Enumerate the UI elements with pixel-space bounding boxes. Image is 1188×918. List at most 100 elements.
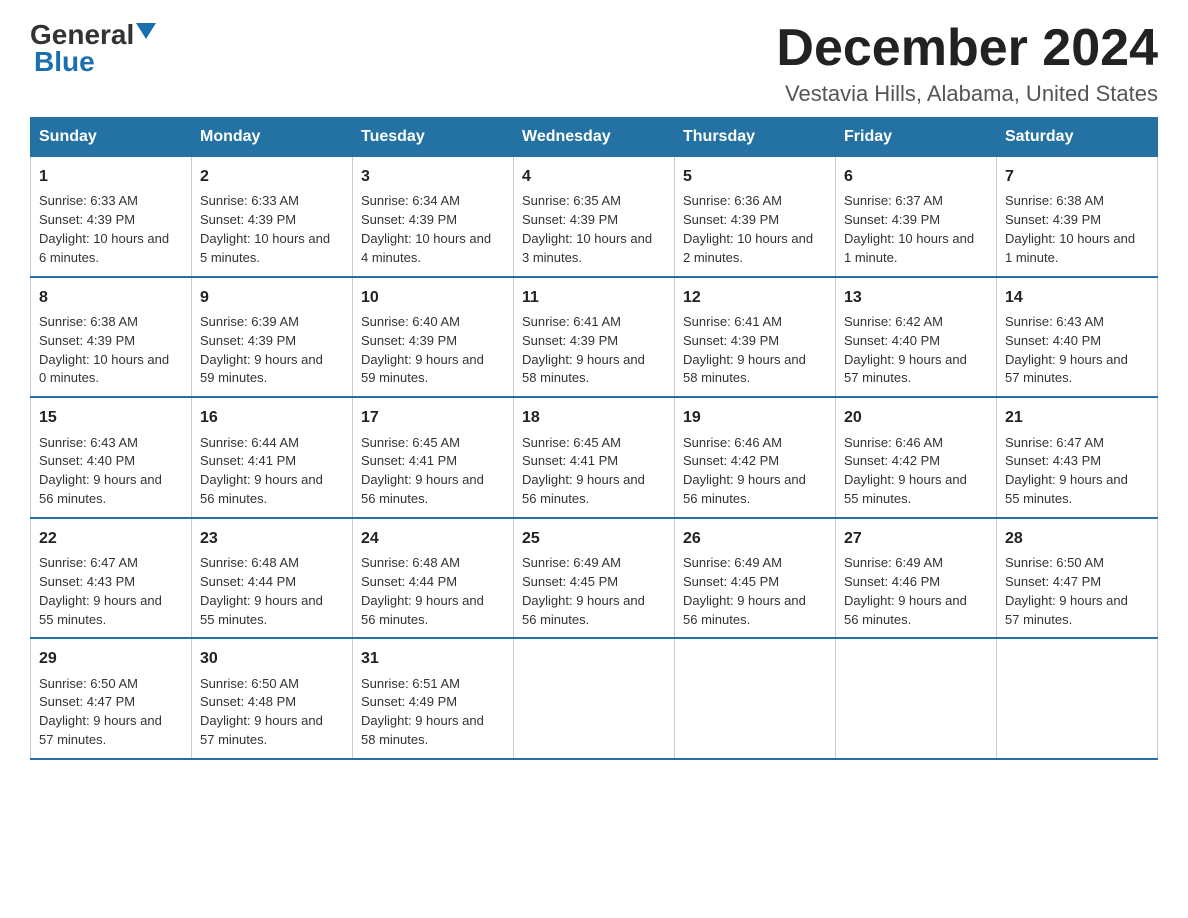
calendar-cell (675, 638, 836, 759)
calendar-cell: 22 Sunrise: 6:47 AM Sunset: 4:43 PM Dayl… (31, 518, 192, 639)
calendar-cell: 3 Sunrise: 6:34 AM Sunset: 4:39 PM Dayli… (353, 157, 514, 277)
day-number: 26 (683, 527, 827, 550)
location-subtitle: Vestavia Hills, Alabama, United States (776, 81, 1158, 107)
day-number: 17 (361, 406, 505, 429)
calendar-cell: 9 Sunrise: 6:39 AM Sunset: 4:39 PM Dayli… (192, 277, 353, 398)
calendar-cell: 28 Sunrise: 6:50 AM Sunset: 4:47 PM Dayl… (997, 518, 1158, 639)
day-info: Sunrise: 6:50 AM Sunset: 4:47 PM Dayligh… (39, 676, 162, 748)
calendar-week-row: 22 Sunrise: 6:47 AM Sunset: 4:43 PM Dayl… (31, 518, 1158, 639)
col-header-sunday: Sunday (31, 118, 192, 157)
col-header-friday: Friday (836, 118, 997, 157)
day-number: 19 (683, 406, 827, 429)
calendar-table: SundayMondayTuesdayWednesdayThursdayFrid… (30, 117, 1158, 760)
calendar-cell: 13 Sunrise: 6:42 AM Sunset: 4:40 PM Dayl… (836, 277, 997, 398)
col-header-tuesday: Tuesday (353, 118, 514, 157)
calendar-week-row: 29 Sunrise: 6:50 AM Sunset: 4:47 PM Dayl… (31, 638, 1158, 759)
calendar-week-row: 1 Sunrise: 6:33 AM Sunset: 4:39 PM Dayli… (31, 157, 1158, 277)
calendar-cell: 1 Sunrise: 6:33 AM Sunset: 4:39 PM Dayli… (31, 157, 192, 277)
day-info: Sunrise: 6:37 AM Sunset: 4:39 PM Dayligh… (844, 193, 974, 265)
day-info: Sunrise: 6:47 AM Sunset: 4:43 PM Dayligh… (1005, 435, 1128, 507)
day-number: 14 (1005, 286, 1149, 309)
month-year-title: December 2024 (776, 20, 1158, 77)
calendar-week-row: 8 Sunrise: 6:38 AM Sunset: 4:39 PM Dayli… (31, 277, 1158, 398)
day-number: 3 (361, 165, 505, 188)
day-info: Sunrise: 6:41 AM Sunset: 4:39 PM Dayligh… (522, 314, 645, 386)
day-number: 12 (683, 286, 827, 309)
logo-blue-text: Blue (34, 46, 95, 77)
col-header-wednesday: Wednesday (514, 118, 675, 157)
day-number: 27 (844, 527, 988, 550)
page-header: General Blue December 2024 Vestavia Hill… (30, 20, 1158, 107)
day-number: 5 (683, 165, 827, 188)
day-number: 22 (39, 527, 183, 550)
calendar-cell: 5 Sunrise: 6:36 AM Sunset: 4:39 PM Dayli… (675, 157, 836, 277)
calendar-cell: 26 Sunrise: 6:49 AM Sunset: 4:45 PM Dayl… (675, 518, 836, 639)
calendar-week-row: 15 Sunrise: 6:43 AM Sunset: 4:40 PM Dayl… (31, 397, 1158, 518)
day-number: 20 (844, 406, 988, 429)
day-info: Sunrise: 6:34 AM Sunset: 4:39 PM Dayligh… (361, 193, 491, 265)
calendar-cell: 11 Sunrise: 6:41 AM Sunset: 4:39 PM Dayl… (514, 277, 675, 398)
calendar-cell (836, 638, 997, 759)
day-info: Sunrise: 6:40 AM Sunset: 4:39 PM Dayligh… (361, 314, 484, 386)
day-info: Sunrise: 6:33 AM Sunset: 4:39 PM Dayligh… (200, 193, 330, 265)
calendar-cell: 18 Sunrise: 6:45 AM Sunset: 4:41 PM Dayl… (514, 397, 675, 518)
day-info: Sunrise: 6:33 AM Sunset: 4:39 PM Dayligh… (39, 193, 169, 265)
day-number: 2 (200, 165, 344, 188)
day-info: Sunrise: 6:35 AM Sunset: 4:39 PM Dayligh… (522, 193, 652, 265)
calendar-cell: 4 Sunrise: 6:35 AM Sunset: 4:39 PM Dayli… (514, 157, 675, 277)
calendar-cell: 24 Sunrise: 6:48 AM Sunset: 4:44 PM Dayl… (353, 518, 514, 639)
day-info: Sunrise: 6:43 AM Sunset: 4:40 PM Dayligh… (1005, 314, 1128, 386)
day-number: 28 (1005, 527, 1149, 550)
day-info: Sunrise: 6:48 AM Sunset: 4:44 PM Dayligh… (361, 555, 484, 627)
day-number: 25 (522, 527, 666, 550)
day-number: 10 (361, 286, 505, 309)
calendar-cell: 12 Sunrise: 6:41 AM Sunset: 4:39 PM Dayl… (675, 277, 836, 398)
day-number: 6 (844, 165, 988, 188)
calendar-cell: 7 Sunrise: 6:38 AM Sunset: 4:39 PM Dayli… (997, 157, 1158, 277)
title-section: December 2024 Vestavia Hills, Alabama, U… (776, 20, 1158, 107)
day-info: Sunrise: 6:47 AM Sunset: 4:43 PM Dayligh… (39, 555, 162, 627)
day-number: 31 (361, 647, 505, 670)
day-info: Sunrise: 6:51 AM Sunset: 4:49 PM Dayligh… (361, 676, 484, 748)
calendar-cell: 10 Sunrise: 6:40 AM Sunset: 4:39 PM Dayl… (353, 277, 514, 398)
calendar-cell: 17 Sunrise: 6:45 AM Sunset: 4:41 PM Dayl… (353, 397, 514, 518)
day-info: Sunrise: 6:48 AM Sunset: 4:44 PM Dayligh… (200, 555, 323, 627)
logo-triangle-icon (136, 23, 156, 39)
day-number: 1 (39, 165, 183, 188)
calendar-cell: 21 Sunrise: 6:47 AM Sunset: 4:43 PM Dayl… (997, 397, 1158, 518)
calendar-cell: 2 Sunrise: 6:33 AM Sunset: 4:39 PM Dayli… (192, 157, 353, 277)
calendar-cell: 25 Sunrise: 6:49 AM Sunset: 4:45 PM Dayl… (514, 518, 675, 639)
day-info: Sunrise: 6:50 AM Sunset: 4:47 PM Dayligh… (1005, 555, 1128, 627)
day-info: Sunrise: 6:38 AM Sunset: 4:39 PM Dayligh… (39, 314, 169, 386)
col-header-saturday: Saturday (997, 118, 1158, 157)
day-info: Sunrise: 6:50 AM Sunset: 4:48 PM Dayligh… (200, 676, 323, 748)
day-number: 29 (39, 647, 183, 670)
day-number: 8 (39, 286, 183, 309)
day-number: 9 (200, 286, 344, 309)
day-info: Sunrise: 6:38 AM Sunset: 4:39 PM Dayligh… (1005, 193, 1135, 265)
day-info: Sunrise: 6:42 AM Sunset: 4:40 PM Dayligh… (844, 314, 967, 386)
day-info: Sunrise: 6:39 AM Sunset: 4:39 PM Dayligh… (200, 314, 323, 386)
calendar-cell: 20 Sunrise: 6:46 AM Sunset: 4:42 PM Dayl… (836, 397, 997, 518)
calendar-header-row: SundayMondayTuesdayWednesdayThursdayFrid… (31, 118, 1158, 157)
day-number: 16 (200, 406, 344, 429)
day-number: 23 (200, 527, 344, 550)
calendar-cell: 31 Sunrise: 6:51 AM Sunset: 4:49 PM Dayl… (353, 638, 514, 759)
calendar-cell (514, 638, 675, 759)
calendar-cell: 29 Sunrise: 6:50 AM Sunset: 4:47 PM Dayl… (31, 638, 192, 759)
day-number: 15 (39, 406, 183, 429)
day-info: Sunrise: 6:45 AM Sunset: 4:41 PM Dayligh… (361, 435, 484, 507)
day-number: 13 (844, 286, 988, 309)
day-number: 4 (522, 165, 666, 188)
day-info: Sunrise: 6:41 AM Sunset: 4:39 PM Dayligh… (683, 314, 806, 386)
day-info: Sunrise: 6:46 AM Sunset: 4:42 PM Dayligh… (683, 435, 806, 507)
day-info: Sunrise: 6:44 AM Sunset: 4:41 PM Dayligh… (200, 435, 323, 507)
calendar-cell: 14 Sunrise: 6:43 AM Sunset: 4:40 PM Dayl… (997, 277, 1158, 398)
calendar-cell: 19 Sunrise: 6:46 AM Sunset: 4:42 PM Dayl… (675, 397, 836, 518)
day-number: 30 (200, 647, 344, 670)
day-info: Sunrise: 6:49 AM Sunset: 4:45 PM Dayligh… (683, 555, 806, 627)
day-info: Sunrise: 6:36 AM Sunset: 4:39 PM Dayligh… (683, 193, 813, 265)
logo: General Blue (30, 20, 156, 78)
col-header-thursday: Thursday (675, 118, 836, 157)
day-number: 11 (522, 286, 666, 309)
